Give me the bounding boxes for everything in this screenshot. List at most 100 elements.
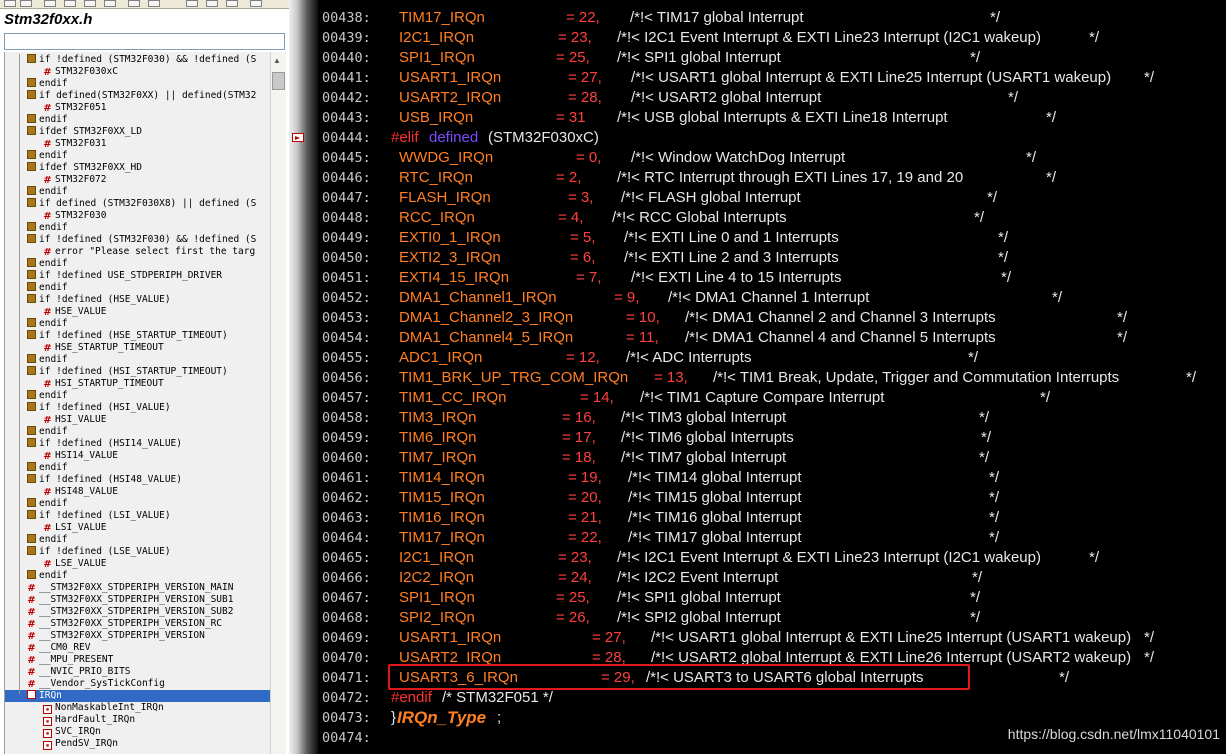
scrollbar-thumb[interactable]: [272, 72, 285, 90]
editor-gutter[interactable]: [289, 0, 319, 754]
code-line[interactable]: 00457: TIM1_CC_IRQn = 14, /*!< TIM1 Capture…: [322, 388, 1222, 408]
code-line[interactable]: 00450: EXTI2_3_IRQn = 6, /*!< EXTI Line 2 a…: [322, 248, 1222, 268]
tree-node[interactable]: if !defined (STM32F030) && !defined (S: [5, 234, 271, 246]
code-line[interactable]: 00460: TIM7_IRQn = 18, /*!< TIM7 global Int…: [322, 448, 1222, 468]
tree-node[interactable]: # LSE_VALUE: [5, 558, 271, 570]
tree-node[interactable]: endif: [5, 498, 271, 510]
tree-node[interactable]: endif: [5, 534, 271, 546]
code-line[interactable]: 00458: TIM3_IRQn = 16, /*!< TIM3 global Int…: [322, 408, 1222, 428]
code-line[interactable]: 00448: RCC_IRQn = 4, /*!< RCC Global Interr…: [322, 208, 1222, 228]
tree-node[interactable]: endif: [5, 390, 271, 402]
bookmark-icon[interactable]: [292, 133, 304, 142]
toolbar-button[interactable]: [4, 0, 16, 7]
code-line[interactable]: 00445: WWDG_IRQn = 0, /*!< Window WatchDog …: [322, 148, 1222, 168]
symbol-tree[interactable]: if !defined (STM32F030) && !defined (S # S…: [4, 52, 286, 754]
tree-node[interactable]: if !defined (HSI_VALUE): [5, 402, 271, 414]
code-line[interactable]: 00464: TIM17_IRQn = 22, /*!< TIM17 global I…: [322, 528, 1222, 548]
tree-node[interactable]: # __STM32F0XX_STDPERIPH_VERSION_RC: [5, 618, 271, 630]
code-line[interactable]: 00451: EXTI4_15_IRQn = 7, /*!< EXTI Line 4 …: [322, 268, 1222, 288]
toolbar-button[interactable]: [84, 0, 96, 7]
code-line[interactable]: 00454: DMA1_Channel4_5_IRQn = 11, /*!< DMA1…: [322, 328, 1222, 348]
code-line[interactable]: 00468: SPI2_IRQn = 26, /*!< SPI2 global Int…: [322, 608, 1222, 628]
tree-node[interactable]: if !defined (HSI48_VALUE): [5, 474, 271, 486]
tree-node[interactable]: endif: [5, 78, 271, 90]
tree-node[interactable]: ifdef STM32F0XX_HD: [5, 162, 271, 174]
code-line[interactable]: 00440: SPI1_IRQn = 25, /*!< SPI1 global Int…: [322, 48, 1222, 68]
code-line[interactable]: 00453: DMA1_Channel2_3_IRQn = 10, /*!< DMA1…: [322, 308, 1222, 328]
tree-node[interactable]: # __CM0_REV: [5, 642, 271, 654]
tree-node[interactable]: # HSI48_VALUE: [5, 486, 271, 498]
tree-node[interactable]: endif: [5, 426, 271, 438]
tree-node[interactable]: if !defined (HSI_STARTUP_TIMEOUT): [5, 366, 271, 378]
code-editor[interactable]: 00438: TIM17_IRQn = 22, /*!< TIM17 global I…: [289, 0, 1226, 754]
tree-node[interactable]: endif: [5, 282, 271, 294]
code-line[interactable]: 00459: TIM6_IRQn = 17, /*!< TIM6 global Int…: [322, 428, 1222, 448]
code-line[interactable]: 00449: EXTI0_1_IRQn = 5, /*!< EXTI Line 0 a…: [322, 228, 1222, 248]
tree-node[interactable]: # HSI_STARTUP_TIMEOUT: [5, 378, 271, 390]
toolbar-button[interactable]: [64, 0, 76, 7]
code-line[interactable]: 00452: DMA1_Channel1_IRQn = 9, /*!< DMA1 Ch…: [322, 288, 1222, 308]
tree-node[interactable]: if !defined (HSE_VALUE): [5, 294, 271, 306]
toolbar-button[interactable]: [206, 0, 218, 7]
tree-node[interactable]: # error "Please select first the targ: [5, 246, 271, 258]
toolbar-button[interactable]: [44, 0, 56, 7]
tree-node[interactable]: # __STM32F0XX_STDPERIPH_VERSION: [5, 630, 271, 642]
tree-node[interactable]: # __NVIC_PRIO_BITS: [5, 666, 271, 678]
code-line[interactable]: 00447: FLASH_IRQn = 3, /*!< FLASH global In…: [322, 188, 1222, 208]
tree-node[interactable]: endif: [5, 186, 271, 198]
toolbar-button[interactable]: [250, 0, 262, 7]
code-line[interactable]: 00443: USB_IRQn = 31 /*!< USB global Interr…: [322, 108, 1222, 128]
tree-node[interactable]: if !defined (HSE_STARTUP_TIMEOUT): [5, 330, 271, 342]
tree-node[interactable]: ifdef STM32F0XX_LD: [5, 126, 271, 138]
tree-node[interactable]: ▪ HardFault_IRQn: [5, 714, 271, 726]
code-line[interactable]: 00444: #elif defined (STM32F030xC): [322, 128, 1222, 148]
code-line[interactable]: 00472: #endif /* STM32F051 */: [322, 688, 1222, 708]
tree-node[interactable]: # HSI14_VALUE: [5, 450, 271, 462]
tree-node[interactable]: # __STM32F0XX_STDPERIPH_VERSION_MAIN: [5, 582, 271, 594]
code-line[interactable]: 00466: I2C2_IRQn = 24, /*!< I2C2 Event Inte…: [322, 568, 1222, 588]
code-line[interactable]: 00446: RTC_IRQn = 2, /*!< RTC Interrupt thr…: [322, 168, 1222, 188]
tree-node[interactable]: # STM32F072: [5, 174, 271, 186]
tree-node[interactable]: endif: [5, 114, 271, 126]
tree-node[interactable]: endif: [5, 570, 271, 582]
tree-node[interactable]: if !defined (LSE_VALUE): [5, 546, 271, 558]
tree-node[interactable]: endif: [5, 150, 271, 162]
symbol-filter-input[interactable]: [4, 33, 285, 50]
toolbar-button[interactable]: [128, 0, 140, 7]
tree-node[interactable]: if !defined (HSI14_VALUE): [5, 438, 271, 450]
tree-node[interactable]: endif: [5, 258, 271, 270]
tree-node[interactable]: endif: [5, 354, 271, 366]
tree-node[interactable]: if !defined (LSI_VALUE): [5, 510, 271, 522]
tree-node[interactable]: endif: [5, 318, 271, 330]
code-line[interactable]: 00465: I2C1_IRQn = 23, /*!< I2C1 Event Inte…: [322, 548, 1222, 568]
toolbar-button[interactable]: [20, 0, 32, 7]
tree-node[interactable]: IRQn: [5, 690, 271, 702]
code-line[interactable]: 00441: USART1_IRQn = 27, /*!< USART1 global…: [322, 68, 1222, 88]
code-line[interactable]: 00439: I2C1_IRQn = 23, /*!< I2C1 Event Inte…: [322, 28, 1222, 48]
tree-node[interactable]: ▪ NonMaskableInt_IRQn: [5, 702, 271, 714]
tree-node[interactable]: ▪ SVC_IRQn: [5, 726, 271, 738]
tree-node[interactable]: # HSI_VALUE: [5, 414, 271, 426]
tree-node[interactable]: # __Vendor_SysTickConfig: [5, 678, 271, 690]
code-line[interactable]: 00456: TIM1_BRK_UP_TRG_COM_IRQn = 13, /*!< …: [322, 368, 1222, 388]
toolbar-button[interactable]: [104, 0, 116, 7]
toolbar-button[interactable]: [226, 0, 238, 7]
code-line[interactable]: 00462: TIM15_IRQn = 20, /*!< TIM15 global I…: [322, 488, 1222, 508]
code-line[interactable]: 00463: TIM16_IRQn = 21, /*!< TIM16 global I…: [322, 508, 1222, 528]
tree-node[interactable]: # STM32F030: [5, 210, 271, 222]
tree-node[interactable]: # HSE_STARTUP_TIMEOUT: [5, 342, 271, 354]
code-line[interactable]: 00473:} IRQn_Type;: [322, 708, 1222, 728]
code-line[interactable]: 00469: USART1_IRQn = 27, /*!< USART1 global…: [322, 628, 1222, 648]
tree-node[interactable]: # STM32F031: [5, 138, 271, 150]
code-line[interactable]: 00455: ADC1_IRQn = 12, /*!< ADC Interrupts *…: [322, 348, 1222, 368]
tree-node[interactable]: if !defined (STM32F030) && !defined (S: [5, 54, 271, 66]
tree-node[interactable]: # STM32F030xC: [5, 66, 271, 78]
code-line[interactable]: 00461: TIM14_IRQn = 19, /*!< TIM14 global I…: [322, 468, 1222, 488]
code-line[interactable]: 00467: SPI1_IRQn = 25, /*!< SPI1 global Int…: [322, 588, 1222, 608]
tree-node[interactable]: # __STM32F0XX_STDPERIPH_VERSION_SUB1: [5, 594, 271, 606]
tree-node[interactable]: if !defined USE_STDPERIPH_DRIVER: [5, 270, 271, 282]
tree-node[interactable]: # __STM32F0XX_STDPERIPH_VERSION_SUB2: [5, 606, 271, 618]
tree-node[interactable]: # __MPU_PRESENT: [5, 654, 271, 666]
scroll-up-icon[interactable]: ▲: [273, 56, 281, 65]
tree-node[interactable]: # STM32F051: [5, 102, 271, 114]
